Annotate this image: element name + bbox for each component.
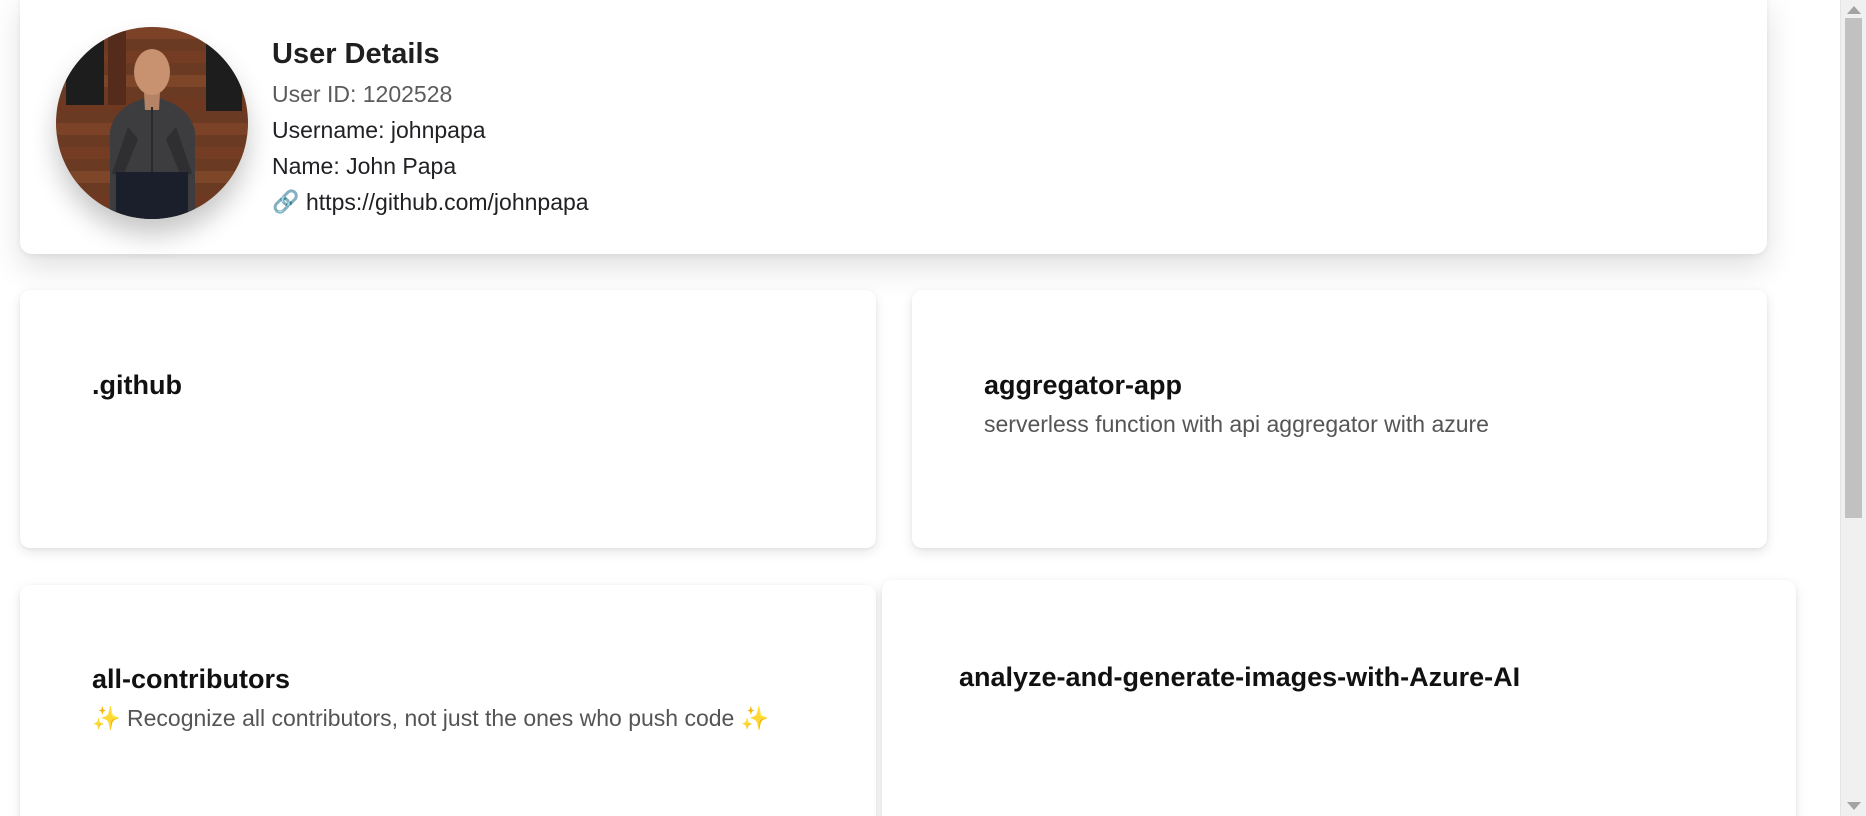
avatar [56, 27, 248, 219]
vertical-scrollbar[interactable] [1840, 0, 1866, 816]
scroll-down-arrow-icon[interactable] [1847, 802, 1861, 810]
link-icon: 🔗 [272, 189, 300, 214]
repo-title: aggregator-app [984, 370, 1183, 400]
repo-title: all-contributors [92, 664, 291, 694]
username-label: Username: johnpapa [272, 117, 486, 143]
repo-card-github[interactable]: .github [20, 290, 876, 548]
repo-title: analyze-and-generate-images-with-Azure-A… [959, 662, 1521, 692]
repo-card-analyze-and-generate-images[interactable]: analyze-and-generate-images-with-Azure-A… [882, 580, 1796, 816]
repo-title: .github [92, 370, 182, 400]
repo-description: serverless function with api aggregator … [984, 411, 1489, 437]
scrollbar-thumb[interactable] [1845, 18, 1862, 518]
user-details-text: User Details User ID: 1202528 Username: … [272, 32, 589, 220]
app-viewport: User Details User ID: 1202528 Username: … [0, 0, 1866, 816]
repo-card-aggregator-app[interactable]: aggregator-app serverless function with … [912, 290, 1767, 548]
repo-card-all-contributors[interactable]: all-contributors ✨ Recognize all contrib… [20, 585, 876, 816]
github-url[interactable]: https://github.com/johnpapa [306, 184, 589, 220]
user-details-card: User Details User ID: 1202528 Username: … [20, 0, 1767, 254]
scroll-up-arrow-icon[interactable] [1847, 6, 1861, 14]
avatar-photo [56, 27, 248, 219]
user-id-label: User ID: 1202528 [272, 81, 453, 107]
name-label: Name: John Papa [272, 153, 457, 179]
page-title: User Details [272, 38, 440, 70]
github-profile-link[interactable]: 🔗 https://github.com/johnpapa [272, 184, 589, 220]
repo-description: ✨ Recognize all contributors, not just t… [92, 705, 770, 731]
